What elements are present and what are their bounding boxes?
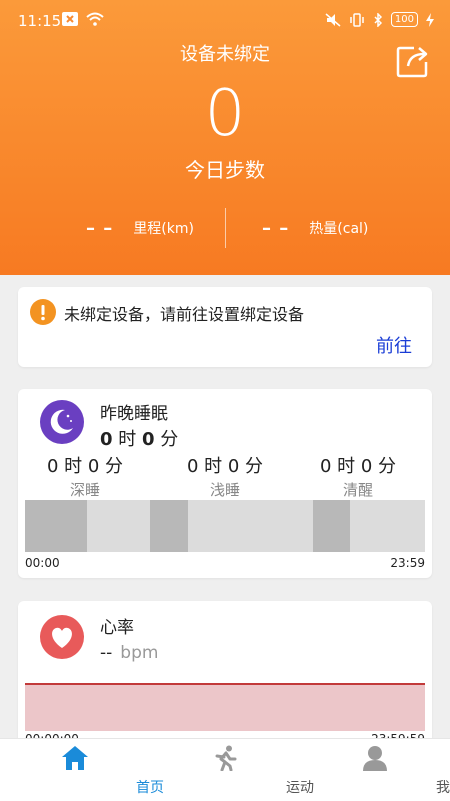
notification-icon xyxy=(62,12,78,26)
sleep-end-time: 23:59 xyxy=(390,556,425,570)
sleep-segment xyxy=(150,500,188,552)
heart-icon xyxy=(40,615,84,659)
metrics-row: – – 里程(km) – – 热量(cal) xyxy=(0,208,450,248)
calories-label: 热量(cal) xyxy=(309,221,369,237)
distance-value: – – xyxy=(86,217,114,239)
bottom-tab-bar: 首页 运动 我的 xyxy=(0,738,450,801)
distance-metric: – – 里程(km) xyxy=(86,208,194,248)
battery-level: 100 xyxy=(390,12,418,27)
info-icon xyxy=(30,299,56,325)
sleep-start-time: 00:00 xyxy=(25,556,60,570)
heart-rate-card[interactable]: 心率 --bpm 00:00:00 23:59:59 xyxy=(18,601,432,751)
sleep-segment xyxy=(25,500,87,552)
bind-notice-card: 未绑定设备，请前往设置绑定设备 前往 xyxy=(18,287,432,367)
mute-icon xyxy=(325,12,341,27)
light-sleep-label: 浅睡 xyxy=(209,481,240,499)
step-count-label: 今日步数 xyxy=(185,158,265,182)
status-bar: 11:15 100 xyxy=(0,0,450,40)
status-time: 11:15 xyxy=(18,12,62,30)
go-bind-link[interactable]: 前往 xyxy=(376,332,412,358)
distance-label: 里程(km) xyxy=(133,221,194,237)
step-count: 0 xyxy=(204,77,246,151)
wifi-icon xyxy=(86,12,104,26)
deep-sleep-duration: 0 时 0 分 xyxy=(46,456,124,477)
tab-mine[interactable]: 我的 xyxy=(300,739,450,801)
share-icon[interactable] xyxy=(396,44,430,78)
tab-mine-label: 我的 xyxy=(436,780,450,796)
sleep-segment xyxy=(350,500,425,552)
awake-label: 清醒 xyxy=(342,481,373,499)
sleep-segment xyxy=(87,500,150,552)
metrics-divider xyxy=(225,208,226,248)
moon-icon xyxy=(40,400,84,444)
vibrate-icon xyxy=(350,12,364,27)
running-icon xyxy=(215,745,237,771)
sleep-timeline-chart xyxy=(25,500,425,552)
calories-metric: – – 热量(cal) xyxy=(262,208,368,248)
light-sleep-duration: 0 时 0 分 xyxy=(186,456,264,477)
bind-notice-message: 未绑定设备，请前往设置绑定设备 xyxy=(64,305,305,324)
sleep-card[interactable]: 昨晚睡眠 0 时 0 分 0 时 0 分 深睡 0 时 0 分 浅睡 0 时 0… xyxy=(18,389,432,578)
calories-value: – – xyxy=(262,217,290,239)
header: 11:15 100 设备未绑定 0 今日步数 – – 里程(km) – – 热量… xyxy=(0,0,450,275)
home-icon xyxy=(62,746,88,770)
heart-rate-chart xyxy=(25,683,425,731)
device-status-title: 设备未绑定 xyxy=(180,44,270,65)
heart-rate-value: -- bpm xyxy=(100,643,159,663)
sleep-segment xyxy=(313,500,350,552)
tab-home[interactable]: 首页 xyxy=(0,739,164,801)
charging-icon xyxy=(426,12,434,27)
deep-sleep-label: 深睡 xyxy=(69,481,100,499)
heart-rate-title: 心率 xyxy=(100,618,134,638)
sleep-segment xyxy=(188,500,313,552)
sleep-title: 昨晚睡眠 xyxy=(100,404,168,424)
tab-sport[interactable]: 运动 xyxy=(150,739,314,801)
bluetooth-icon xyxy=(374,12,382,27)
user-icon xyxy=(363,746,387,771)
sleep-total-duration: 0 时 0 分 xyxy=(100,429,179,450)
awake-duration: 0 时 0 分 xyxy=(319,456,397,477)
